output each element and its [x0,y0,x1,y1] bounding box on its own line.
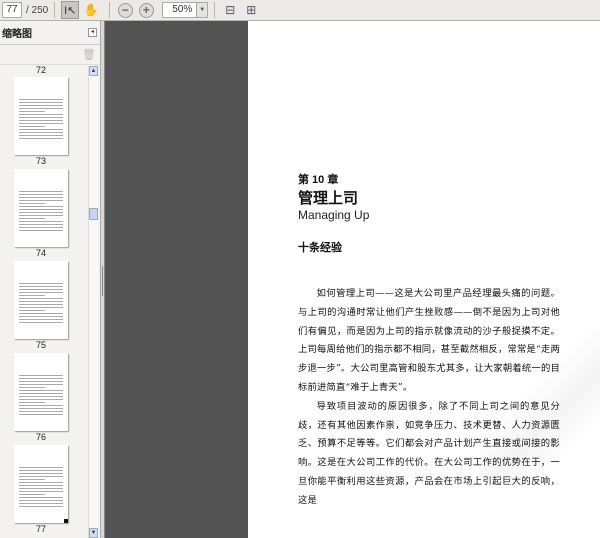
panel-title: 缩略图 [2,29,32,40]
fit-width-button[interactable]: ⊟ [221,1,239,19]
thumbnail-list: 72 73 74 75 76 77 [0,66,88,538]
thumbnail-label: 75 [35,340,46,350]
pdf-page: 第 10 章 管理上司 Managing Up 十条经验 如何管理上司——这是大… [248,21,600,538]
zoom-out-button[interactable]: − [116,1,134,19]
chapter-number: 第 10 章 [298,174,339,186]
section-title: 十条经验 [298,242,342,254]
thumbnail-panel: 缩略图 ◂ 🗑 72 73 74 75 76 77 ▲ ▼ [0,21,101,538]
zoom-dropdown[interactable]: ▼ [197,2,209,18]
hand-tool-icon: ✋ [83,3,99,17]
scroll-up-button[interactable]: ▲ [89,66,98,76]
toolbar: 77 / 250 I↖ ✋ − + 50% ▼ ⊟ ⊞ [0,0,600,21]
trash-icon[interactable]: 🗑 [82,48,96,61]
select-tool-button[interactable]: I↖ [61,1,80,19]
scrollbar[interactable]: ▲ ▼ [88,66,98,538]
scrollbar-thumb[interactable] [89,208,98,220]
panel-splitter[interactable] [100,21,105,538]
thumbnail-label: 73 [35,156,46,166]
page-thumbnail[interactable] [14,77,68,155]
collapse-panel-button[interactable]: ◂ [88,28,97,37]
page-thumbnail[interactable] [14,261,68,339]
thumbnail-label: 74 [35,248,46,258]
fit-width-icon: ⊟ [225,3,236,17]
chapter-title-english: Managing Up [298,208,370,222]
chapter-title: 管理上司 [298,190,359,207]
divider [109,2,111,18]
divider [54,2,56,18]
page-thumbnail[interactable] [14,445,68,523]
paragraph: 导致项目波动的原因很多，除了不同上司之间的意见分歧，还有其他因素作祟，如竞争压力… [298,400,560,506]
zoom-input[interactable]: 50% [162,2,198,18]
thumbnail-label: 76 [35,432,46,442]
thumbnail-label: 72 [35,66,46,75]
thumbnail-label: 77 [35,524,46,534]
current-page-marker [64,519,68,523]
divider [214,2,216,18]
fit-page-icon: ⊞ [246,3,257,17]
zoom-out-icon: − [117,2,133,18]
page-thumbnail[interactable] [14,353,68,431]
fit-page-button[interactable]: ⊞ [242,1,260,19]
hand-tool-button[interactable]: ✋ [82,1,100,19]
zoom-in-button[interactable]: + [137,1,155,19]
scroll-down-button[interactable]: ▼ [89,528,98,538]
zoom-in-icon: + [138,2,154,18]
select-tool-icon: I↖ [64,4,77,17]
page-thumbnail[interactable] [14,169,68,247]
page-number-input[interactable]: 77 [2,2,22,18]
paragraph: 如何管理上司——这是大公司里产品经理最头痛的问题。与上司的沟通时常让他们产生挫败… [298,288,560,393]
body-text: 如何管理上司——这是大公司里产品经理最头痛的问题。与上司的沟通时常让他们产生挫败… [298,285,560,511]
total-pages: / 250 [26,4,49,16]
